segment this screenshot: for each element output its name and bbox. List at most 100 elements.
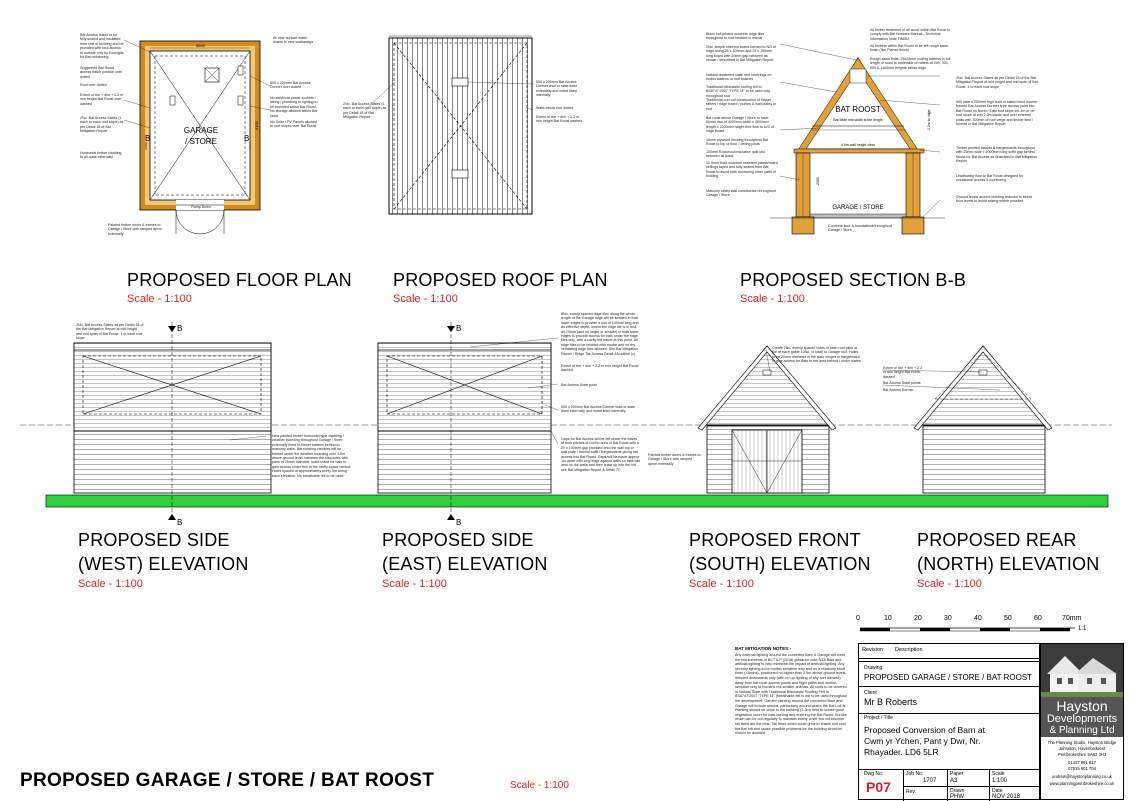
paper-label: Paper: [950, 771, 964, 777]
scale-tick: 60: [1034, 615, 1042, 622]
company-phone-1: 01437 891 817: [1068, 760, 1096, 765]
paper-value: A3: [950, 778, 958, 784]
svg-text:B: B: [456, 324, 461, 333]
section-note: Black bull jointed concrete ridge tiles …: [706, 32, 765, 41]
west-note: 2No. Bat Access Slates as per Detail 18 …: [76, 323, 144, 341]
section-note: Rough sawn finish 25x25mm roofing batten…: [870, 57, 951, 70]
fp-note: Bat Access Hatch to be fully sealed and …: [80, 33, 124, 60]
south-note: Painted timber doors & frames to Garage …: [648, 453, 701, 466]
drawing-label: Drawing: [864, 665, 883, 671]
scale-value: 1:100: [992, 778, 1008, 784]
footing-left: [791, 216, 815, 235]
ground-strip: [45, 494, 1109, 508]
fp-note: 2No. Bat Access Slates (1 each to each r…: [80, 116, 124, 134]
north-elevation-title-2: (NORTH) ELEVATION: [917, 554, 1100, 574]
fp-note: Extent of the + dim + 2.2 m min height B…: [80, 93, 124, 106]
section-note: Timber pointed fascias & bargeboards thr…: [956, 146, 1038, 164]
project-line: Rhayader. LD6 5LR: [864, 747, 939, 757]
scale-tick: 50: [1004, 615, 1012, 622]
company-phone-2: 07915 601 704: [1068, 766, 1096, 771]
scale-tick: 30: [944, 615, 952, 622]
svg-text:2300: 2300: [816, 177, 820, 185]
scale-tick: 40: [974, 615, 982, 622]
fp-note: Suggested Bat Roost access hatch positio…: [80, 66, 123, 79]
section-note: 12.5mm thick moisture resistant plasterb…: [706, 161, 778, 179]
section-note: Concrete floor & foundations throughout …: [828, 224, 892, 233]
garage-room-label-line2: / STORE: [185, 137, 217, 146]
svg-text:4.0m wall height clear: 4.0m wall height clear: [841, 143, 876, 147]
section-note: Bat roost above Garage / Store to have 6…: [706, 116, 774, 134]
scale-tick: 0: [856, 615, 860, 622]
company-website: www.planningpembrokeshire.co.uk: [1049, 781, 1115, 786]
description-label: Description: [895, 647, 923, 653]
section-note: 16mm plywood decking throughout Bat Roos…: [706, 138, 769, 147]
title-block: Revision Description Drawing PROPOSED GA…: [858, 643, 1040, 801]
section-drawing: BAT ROOST Bat Ibble min width is the len…: [770, 57, 945, 235]
section-note: Traditional cut roof construction of tim…: [706, 98, 777, 111]
svg-text:3600: 3600: [196, 43, 206, 48]
date-value: NOV 2018: [992, 794, 1021, 800]
section-marker: B: [145, 134, 150, 143]
house-logo-icon: [1041, 644, 1123, 697]
dwg-no-label: Dwg No.: [864, 771, 884, 777]
company-panel: Hayston Developments & Planning Ltd The …: [1040, 643, 1124, 800]
section-note: Natural reclaimed slate roof coverings o…: [706, 73, 772, 82]
sheet-main-title: PROPOSED GARAGE / STORE / BAT ROOST: [20, 770, 435, 791]
north-elevation-drawing: [913, 345, 1053, 494]
south-elevation-scale: Scale - 1:100: [689, 578, 754, 590]
section-note: All timbers within Bat Roost to be left …: [870, 44, 949, 53]
fp-note: All new surface water drains to new soak…: [273, 36, 314, 45]
dwg-no-value: P07: [866, 779, 891, 795]
drawn-value: PHW: [950, 794, 964, 800]
floor-plan-title: PROPOSED FLOOR PLAN: [127, 270, 352, 290]
north-note: Bat Access Dormer: [883, 388, 914, 392]
client-value: Mr B Roberts: [864, 697, 918, 707]
rp-note: Extent of the + dim + 2.2 m min height B…: [536, 115, 583, 124]
fp-note: No Solar / PV Panels allowed to roof slo…: [270, 120, 317, 129]
drawing-value: PROPOSED GARAGE / STORE / BAT ROOST: [864, 673, 1033, 682]
west-elevation-title-1: PROPOSED SIDE: [78, 530, 230, 550]
svg-text:B: B: [456, 518, 461, 527]
company-name-block: Hayston Developments & Planning Ltd: [1041, 697, 1123, 737]
project-line: Proposed Conversion of Barn at: [864, 725, 985, 735]
company-address-3: Pembrokeshire SA62 3HJ: [1057, 752, 1107, 757]
rev-label: Rev.: [906, 789, 916, 795]
south-elevation-title-1: PROPOSED FRONT: [689, 530, 861, 550]
section-note: 2No. simple chevron boxes formed to NG o…: [706, 45, 776, 63]
section-note: Ground levels around building reduced to…: [956, 195, 1033, 204]
section-note: 100mm Rockwool insulation quilt laid bet…: [706, 150, 765, 159]
revision-label: Revision: [862, 647, 884, 653]
fp-note: Horizontal timber cladding to all walls …: [80, 151, 122, 160]
north-elevation-scale: Scale - 1:100: [917, 578, 982, 590]
section-note: 500 wide x 200mm high lead or slated lin…: [956, 100, 1038, 127]
rp-note: 500 x 200mm Bat Access Dormer lead or sl…: [536, 80, 578, 98]
section-note: Traditional bitumastic roofing felt to B…: [706, 85, 771, 98]
garage-room-label-line1: GARAGE: [184, 126, 218, 135]
scale-bar: [860, 627, 1075, 632]
svg-text:B: B: [177, 324, 182, 333]
client-label: Client: [864, 690, 877, 696]
east-elevation-scale: Scale - 1:100: [382, 578, 447, 590]
scale-tick: 20: [914, 615, 922, 622]
rp-note: Walls below roof dotted: [536, 106, 574, 110]
east-note: Gaps for Bat Access will be left under t…: [561, 437, 641, 472]
company-name-1: Hayston: [1056, 698, 1108, 714]
sheet-main-scale: Scale - 1:100: [510, 780, 569, 791]
svg-text:B: B: [177, 518, 182, 527]
roof-plan-title: PROPOSED ROOF PLAN: [393, 270, 608, 290]
svg-text:2.2m to ridge: 2.2m to ridge: [927, 110, 931, 130]
section-note: Masonry cavity wall construction through…: [706, 189, 776, 198]
section-note: 2No. Bat Access Slates as per Detail 18 …: [956, 76, 1038, 89]
company-address-2: Johnston, Haverfordwest: [1058, 746, 1106, 751]
south-elevation-drawing: [697, 345, 837, 494]
fp-note: Roof over dotted: [80, 83, 107, 87]
job-no-value: 1707: [923, 778, 937, 784]
company-address-1: The Planning Studio, Hayston Bridge: [1047, 740, 1117, 745]
north-elevation-title-1: PROPOSED REAR: [917, 530, 1077, 550]
section-title: PROPOSED SECTION B-B: [740, 270, 967, 290]
fp-note: Painted timber doors & frames to Garage …: [108, 223, 163, 236]
east-elevation-title-1: PROPOSED SIDE: [382, 530, 534, 550]
project-label: Project / Title: [864, 715, 893, 721]
east-note: 8No. evenly spaced ridge tiles along the…: [561, 312, 639, 356]
scale-tick: 10: [884, 615, 892, 622]
